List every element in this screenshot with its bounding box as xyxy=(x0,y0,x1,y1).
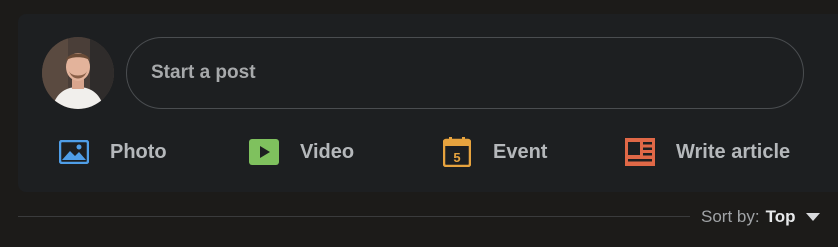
photo-icon xyxy=(58,137,90,167)
post-composer-card: Start a post Photo Video 5 Event Write a… xyxy=(18,14,838,192)
sort-dropdown[interactable]: Sort by: Top xyxy=(701,205,820,229)
sort-value: Top xyxy=(765,207,796,226)
write-article-button[interactable]: Write article xyxy=(624,132,790,172)
avatar[interactable] xyxy=(42,37,114,109)
start-post-placeholder: Start a post xyxy=(151,62,256,83)
photo-label: Photo xyxy=(110,140,167,163)
event-button[interactable]: 5 Event xyxy=(441,132,547,172)
photo-button[interactable]: Photo xyxy=(58,132,167,172)
calendar-day-number: 5 xyxy=(453,150,460,165)
feed-divider xyxy=(18,216,690,217)
start-post-input[interactable]: Start a post xyxy=(126,37,804,109)
article-icon xyxy=(624,137,656,167)
sort-label: Sort by: xyxy=(701,207,760,226)
calendar-icon: 5 xyxy=(441,137,473,167)
event-label: Event xyxy=(493,140,548,163)
video-label: Video xyxy=(300,140,355,163)
avatar-photo-icon xyxy=(42,37,114,109)
composer-actions: Photo Video 5 Event Write article xyxy=(18,132,838,172)
write-article-label: Write article xyxy=(676,140,791,163)
video-button[interactable]: Video xyxy=(248,132,354,172)
video-icon xyxy=(248,137,280,167)
caret-down-icon xyxy=(805,213,820,221)
